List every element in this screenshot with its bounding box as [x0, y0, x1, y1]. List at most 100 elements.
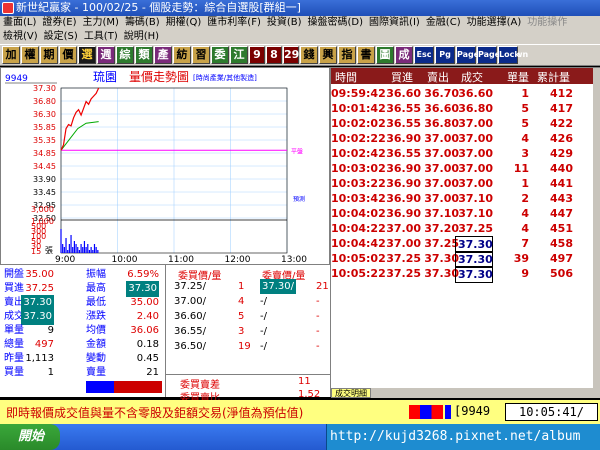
toolbar-button-16[interactable]: 錢: [300, 46, 318, 64]
toolbar-button-20[interactable]: 圖: [376, 46, 394, 64]
menu-item-6[interactable]: 投資(B): [264, 16, 305, 30]
tick-cell: 5: [521, 102, 529, 115]
menu-item-3[interactable]: 籌碼(B): [122, 16, 163, 30]
bid-qty: 1: [238, 281, 245, 292]
toolbar-button-2[interactable]: 期: [40, 46, 58, 64]
toolbar-button-9[interactable]: 紡: [173, 46, 191, 64]
toolbar-button-3[interactable]: 價: [59, 46, 77, 64]
summary-value: 1: [47, 367, 54, 378]
tick-header-1[interactable]: 買進: [391, 69, 413, 85]
order-book-row: 36.50/19 -/ -: [166, 339, 331, 354]
toolbar-button-18[interactable]: 指: [338, 46, 356, 64]
toolbar-button-14[interactable]: 8: [266, 46, 282, 64]
menu2-item-0[interactable]: 檢視(V): [0, 30, 41, 44]
tick-row[interactable]: 10:04:22 37.00 37.20 37.25 4 451: [331, 221, 593, 236]
bid-price: 37.00/: [174, 296, 206, 307]
tick-header-5[interactable]: 累計量: [537, 69, 570, 85]
menu-item-9[interactable]: 金融(C): [423, 16, 464, 30]
ask-price: -/: [260, 341, 267, 352]
menu-item-1[interactable]: 證券(E): [39, 16, 79, 30]
toolbar-icon-button-0[interactable]: Esc: [414, 46, 434, 64]
menu-item-7[interactable]: 操盤密碼(D): [305, 16, 367, 30]
toolbar-button-4[interactable]: 選: [78, 46, 96, 64]
toolbar-icon-button-2[interactable]: Page Up: [456, 46, 494, 64]
buy-portion: [86, 381, 114, 393]
tick-cell: 36.55: [386, 102, 421, 115]
toolbar-button-13[interactable]: 9: [249, 46, 265, 64]
tick-row[interactable]: 10:03:02 36.90 37.00 37.00 11 440: [331, 161, 593, 176]
menu-item-0[interactable]: 畫面(L): [0, 16, 39, 30]
tick-cell: 36.90: [386, 177, 421, 190]
summary-label: 賣量: [86, 367, 106, 378]
toolbar-button-5[interactable]: 週: [97, 46, 115, 64]
tick-cell: 458: [550, 237, 573, 250]
tick-row[interactable]: 10:02:22 36.90 37.00 37.00 4 426: [331, 131, 593, 146]
toolbar-button-17[interactable]: 興: [319, 46, 337, 64]
toolbar-button-1[interactable]: 權: [21, 46, 39, 64]
tick-row[interactable]: 10:05:02 37.25 37.30 37.30 39 497: [331, 251, 593, 268]
summary-value: 21: [146, 367, 159, 378]
tab-tick-details[interactable]: 成交明細: [331, 388, 371, 398]
menu2-item-1[interactable]: 設定(S): [41, 30, 81, 44]
app-icon: [2, 2, 14, 14]
tick-row[interactable]: 10:02:42 36.55 37.00 37.00 3 429: [331, 146, 593, 161]
order-book-panel: 委買價/量 委賣價/量 37.25/1 37.30/21 37.00/4 -/-36.…: [165, 265, 331, 404]
menu2-item-2[interactable]: 工具(T): [81, 30, 121, 44]
tick-header-2[interactable]: 賣出: [427, 69, 449, 85]
tick-list-header: 時間 買進 賣出 成交 單量 累計量: [331, 68, 593, 84]
toolbar-icon-button-3[interactable]: Page Down: [477, 46, 528, 64]
tick-header-0[interactable]: 時間: [335, 69, 357, 85]
tick-row[interactable]: 10:03:42 36.90 37.00 37.10 2 443: [331, 191, 593, 206]
toolbar-button-6[interactable]: 綜: [116, 46, 134, 64]
toolbar-icon-button-4[interactable]: Lock: [498, 46, 520, 64]
toolbar-icon-button-1[interactable]: Pg: [435, 46, 455, 64]
menu-item-8[interactable]: 國際資訊(I): [366, 16, 423, 30]
tick-cell: 10:03:42: [331, 192, 386, 205]
menu2-item-3[interactable]: 說明(H): [121, 30, 162, 44]
watermark: http://kujd3268.pixnet.net/album: [330, 429, 581, 444]
tick-row[interactable]: 10:01:42 36.55 36.60 36.80 5 417: [331, 101, 593, 116]
menu-item-10[interactable]: 功能選擇(A): [464, 16, 525, 30]
price-tick: 33.45: [33, 188, 56, 197]
horizontal-scrollbar[interactable]: [371, 388, 600, 398]
tick-cell: 497: [550, 252, 573, 265]
menu-item-5[interactable]: 匯市利率(F): [204, 16, 264, 30]
start-button[interactable]: 開始: [0, 424, 60, 450]
toolbar-button-19[interactable]: 書: [357, 46, 375, 64]
tick-cell: 37.00: [458, 147, 493, 160]
toolbar-button-10[interactable]: 習: [192, 46, 210, 64]
toolbar-button-12[interactable]: 江: [230, 46, 248, 64]
tick-row[interactable]: 10:03:22 36.90 37.00 37.00 1 441: [331, 176, 593, 191]
tick-cell: 10:02:02: [331, 117, 386, 130]
status-message: 即時報價成交值與量不含零股及鉅額交易(淨值為預估值): [6, 406, 304, 420]
tick-row[interactable]: 10:04:42 37.00 37.25 37.30 7 458: [331, 236, 593, 253]
tick-row[interactable]: 10:05:22 37.25 37.30 37.30 9 506: [331, 266, 593, 283]
toolbar-button-7[interactable]: 類: [135, 46, 153, 64]
bid-ask-diff-value: 11: [298, 376, 311, 387]
menu-bar-row1: 畫面(L) 證券(E) 主力(M) 籌碼(B) 期權(Q) 匯市利率(F) 投資(B) 操盤密…: [0, 16, 600, 30]
tick-row[interactable]: 10:02:02 36.55 36.80 37.00 5 422: [331, 116, 593, 131]
vertical-scrollbar[interactable]: [593, 68, 600, 388]
toolbar-button-15[interactable]: 29: [283, 46, 299, 64]
menu-item-4[interactable]: 期權(Q): [163, 16, 205, 30]
order-book-row: 37.25/1 37.30/21: [166, 279, 331, 294]
stock-code-input[interactable]: [9949: [454, 404, 490, 418]
toolbar-button-11[interactable]: 委: [211, 46, 229, 64]
tick-cell: 11: [513, 162, 529, 175]
tick-header-3[interactable]: 成交: [461, 69, 483, 85]
tick-cell: 37.30: [424, 267, 459, 280]
toolbar-button-8[interactable]: 產: [154, 46, 172, 64]
tick-row[interactable]: 09:59:42 36.60 36.70 36.60 1 412: [331, 86, 593, 101]
ask-qty: -: [316, 341, 320, 352]
toolbar-button-21[interactable]: 成: [395, 46, 413, 64]
tick-header-4[interactable]: 單量: [507, 69, 529, 85]
toolbar-button-0[interactable]: 加: [2, 46, 20, 64]
tick-cell: 37.00: [386, 237, 421, 250]
window-titlebar[interactable]: 新世紀贏家 - 100/02/25 - 個股走勢：綜合自選股[群組一]: [0, 0, 600, 16]
tick-list-panel[interactable]: 時間 買進 賣出 成交 單量 累計量 09:59:42 36.60 36.70 36.60 1 41…: [330, 67, 600, 398]
tick-row[interactable]: 10:04:02 36.90 37.10 37.10 4 447: [331, 206, 593, 221]
tick-cell: 09:59:42: [331, 87, 386, 100]
menu-item-2[interactable]: 主力(M): [80, 16, 122, 30]
ref-price-label: 平盤: [291, 147, 303, 155]
divider: [166, 374, 331, 375]
